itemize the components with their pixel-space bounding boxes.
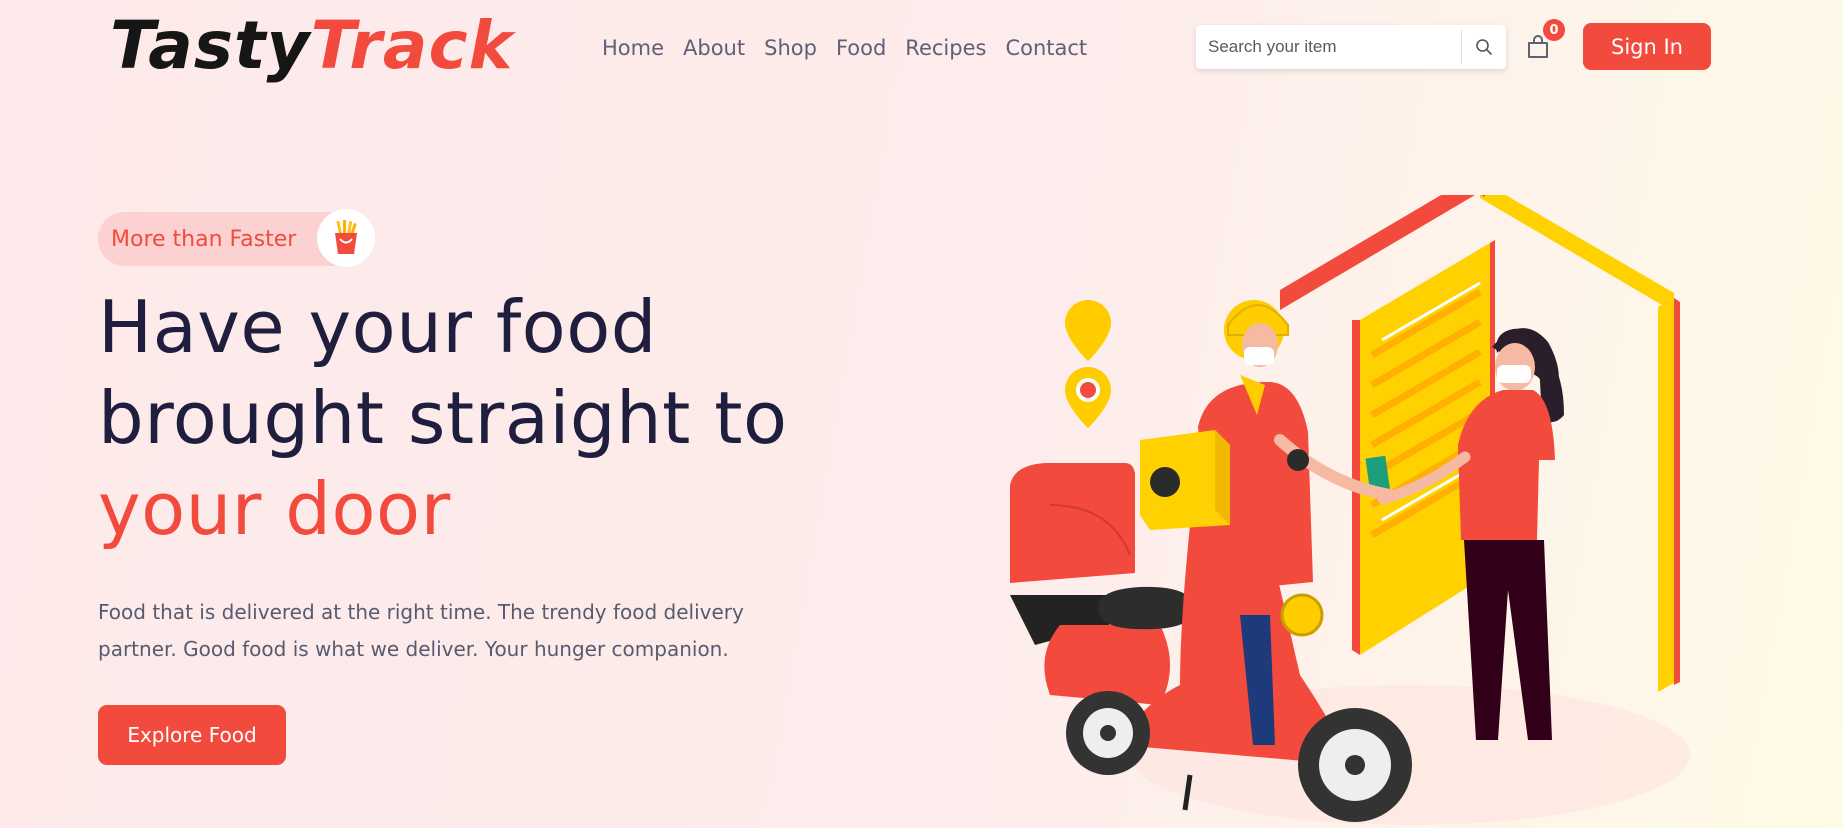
french-fries-icon xyxy=(317,209,375,267)
explore-food-button[interactable]: Explore Food xyxy=(98,705,286,765)
hero-tag: More than Faster xyxy=(98,209,375,267)
food-delivery-illustration xyxy=(1010,195,1690,825)
sign-in-button[interactable]: Sign In xyxy=(1583,23,1711,70)
location-pin-icon xyxy=(1065,300,1111,361)
nav-about[interactable]: About xyxy=(683,34,745,62)
nav-recipes[interactable]: Recipes xyxy=(905,34,986,62)
main-nav: Home About Shop Food Recipes Contact xyxy=(602,34,1106,62)
nav-home[interactable]: Home xyxy=(602,34,664,62)
hero-description: Food that is delivered at the right time… xyxy=(98,600,744,661)
search-box xyxy=(1196,24,1506,70)
cart-count-badge: 0 xyxy=(1543,19,1565,41)
nav-shop[interactable]: Shop xyxy=(764,34,817,62)
nav-contact[interactable]: Contact xyxy=(1005,34,1087,62)
search-icon xyxy=(1476,39,1492,55)
logo-part-track: Track xyxy=(310,7,514,84)
hero-title-line3: your door xyxy=(98,467,451,551)
hero-tag-label: More than Faster xyxy=(111,226,297,252)
logo-part-tasty: Tasty xyxy=(110,7,311,84)
nav-food[interactable]: Food xyxy=(836,34,886,62)
hero-title: Have your food brought straight to your … xyxy=(98,282,788,555)
logo[interactable]: TastyTrack xyxy=(110,4,513,88)
search-button[interactable] xyxy=(1462,25,1506,69)
hero-title-line1: Have your food xyxy=(98,285,657,369)
hero-title-line2: brought straight to xyxy=(98,376,788,460)
search-input[interactable] xyxy=(1196,24,1461,70)
